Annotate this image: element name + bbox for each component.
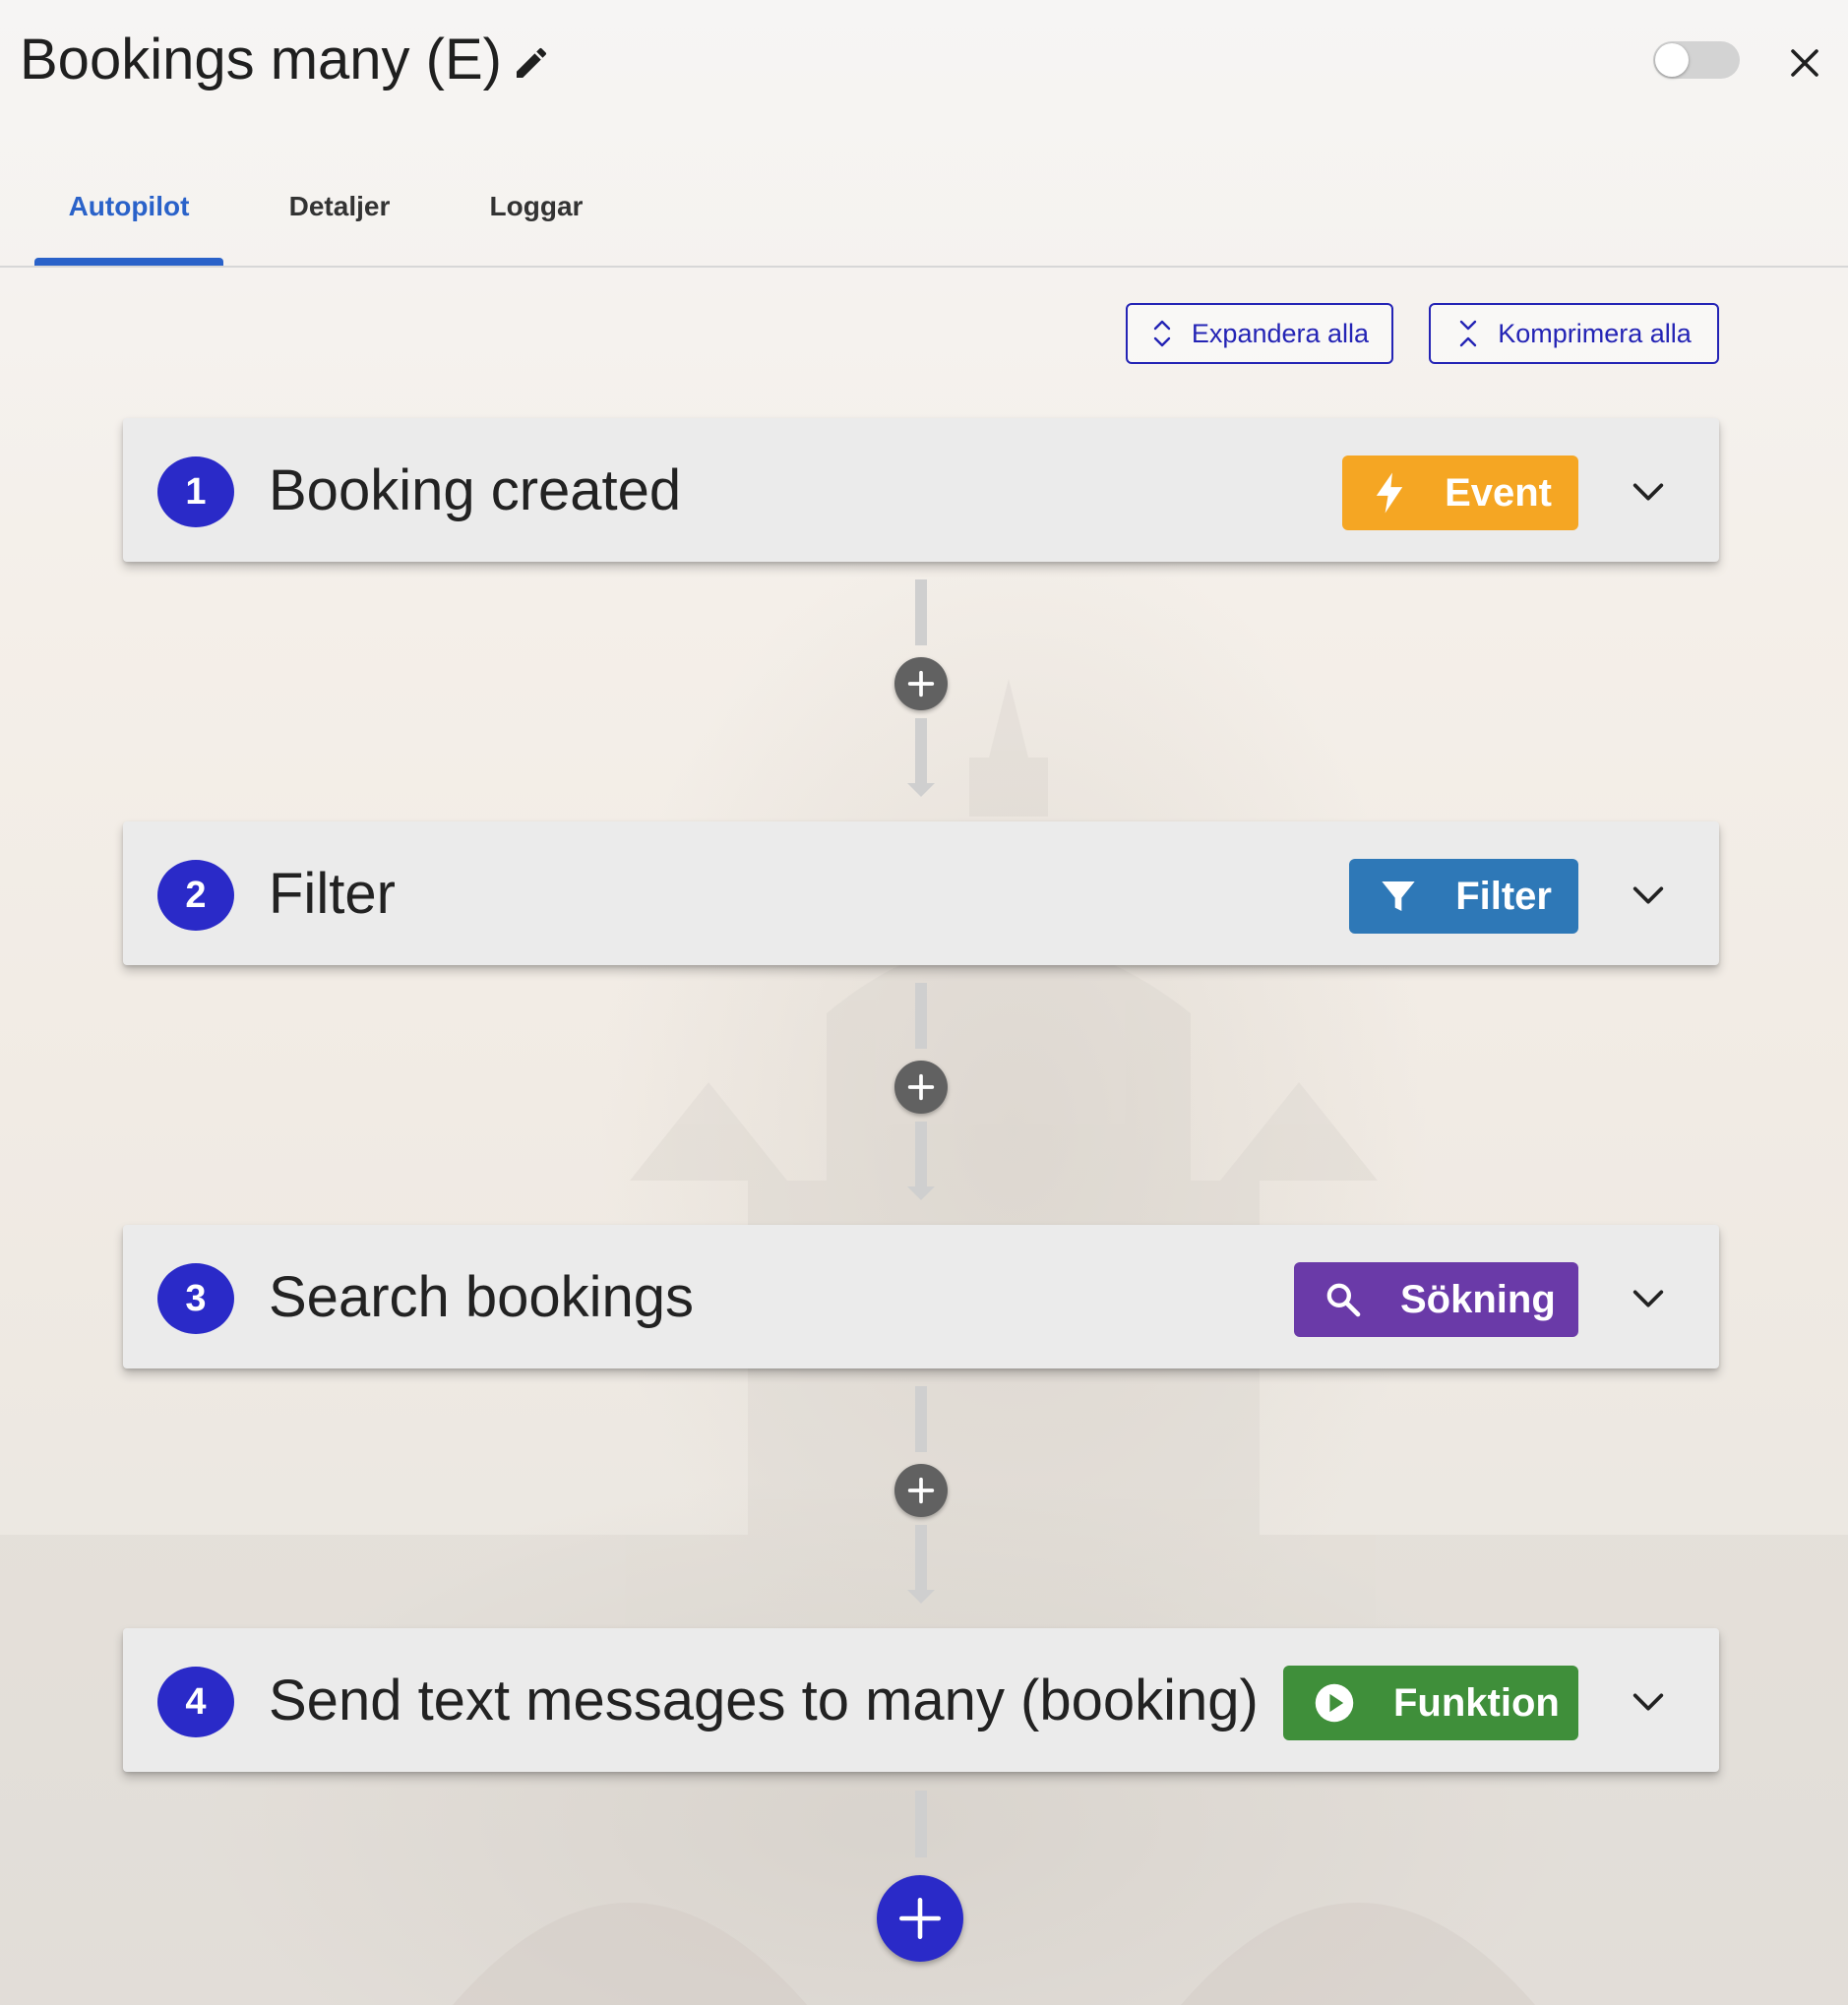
step-number: 4 (157, 1667, 234, 1737)
close-icon (1791, 49, 1818, 77)
plus-icon (907, 1073, 935, 1101)
collapse-all-button[interactable]: Komprimera alla (1429, 303, 1719, 364)
add-step-button[interactable] (894, 657, 948, 710)
chevron-down-icon (1632, 886, 1664, 904)
arrow-down-icon (907, 1186, 935, 1200)
expand-step-button[interactable] (1619, 462, 1678, 521)
step-label: Send text messages to many (booking) (269, 1669, 1259, 1732)
chevron-down-icon (1632, 483, 1664, 501)
step-number: 2 (157, 860, 234, 931)
tab-autopilot[interactable]: Autopilot (34, 179, 223, 234)
step-card-send-text-messages[interactable]: 4 Send text messages to many (booking) F… (123, 1628, 1719, 1772)
step-type-label: Event (1445, 470, 1552, 515)
chevron-down-icon (1632, 1290, 1664, 1307)
page-title: Bookings many (E) (20, 28, 502, 91)
connector-line (915, 579, 927, 645)
expand-step-button[interactable] (1619, 1672, 1678, 1732)
step-card-booking-created[interactable]: 1 Booking created Event (123, 418, 1719, 562)
toggle-knob (1655, 43, 1689, 77)
connector-line (915, 1525, 927, 1592)
tab-detaljer[interactable]: Detaljer (266, 179, 413, 234)
add-step-button[interactable] (877, 1875, 963, 1962)
active-tab-indicator (34, 258, 223, 266)
expand-all-button[interactable]: Expandera alla (1126, 303, 1393, 364)
add-step-button[interactable] (894, 1061, 948, 1114)
step-label: Search bookings (269, 1265, 695, 1329)
chevron-down-icon (1632, 1693, 1664, 1711)
connector-line (915, 1791, 927, 1857)
step-type-badge: Funktion (1283, 1666, 1578, 1740)
expand-step-button[interactable] (1619, 1269, 1678, 1328)
step-label: Filter (269, 862, 396, 926)
connector-line (915, 1386, 927, 1452)
expand-step-button[interactable] (1619, 866, 1678, 925)
step-number: 1 (157, 456, 234, 527)
add-step-button[interactable] (894, 1464, 948, 1517)
funnel-icon (1379, 875, 1418, 918)
plus-icon (907, 1477, 935, 1504)
step-type-badge: Event (1342, 456, 1578, 530)
step-type-label: Sökning (1400, 1277, 1556, 1321)
tab-loggar[interactable]: Loggar (467, 179, 605, 234)
collapse-icon (1456, 317, 1480, 350)
step-card-filter[interactable]: 2 Filter Filter (123, 821, 1719, 965)
close-button[interactable] (1777, 35, 1832, 91)
step-type-badge: Sökning (1294, 1262, 1578, 1337)
step-label: Booking created (269, 458, 682, 522)
play-circle-icon (1313, 1681, 1356, 1725)
step-type-label: Funktion (1393, 1680, 1560, 1725)
arrow-down-icon (907, 1590, 935, 1604)
step-type-label: Filter (1455, 874, 1552, 918)
expand-icon (1150, 317, 1174, 350)
step-card-search-bookings[interactable]: 3 Search bookings Sökning (123, 1225, 1719, 1368)
active-toggle[interactable] (1653, 41, 1740, 79)
plus-icon (907, 670, 935, 698)
step-type-badge: Filter (1349, 859, 1578, 934)
connector-line (915, 983, 927, 1049)
lightning-icon (1372, 471, 1407, 515)
collapse-all-label: Komprimera alla (1498, 318, 1692, 348)
step-number: 3 (157, 1263, 234, 1334)
edit-title-button[interactable] (504, 35, 559, 91)
pencil-icon (517, 47, 547, 78)
tab-bar: Autopilot Detaljer Loggar (0, 157, 1848, 268)
arrow-down-icon (907, 783, 935, 797)
header: Bookings many (E) (0, 0, 1848, 118)
connector-line (915, 1122, 927, 1188)
expand-all-label: Expandera alla (1191, 318, 1370, 348)
search-icon (1324, 1278, 1363, 1321)
plus-icon (898, 1897, 942, 1940)
connector-line (915, 718, 927, 785)
